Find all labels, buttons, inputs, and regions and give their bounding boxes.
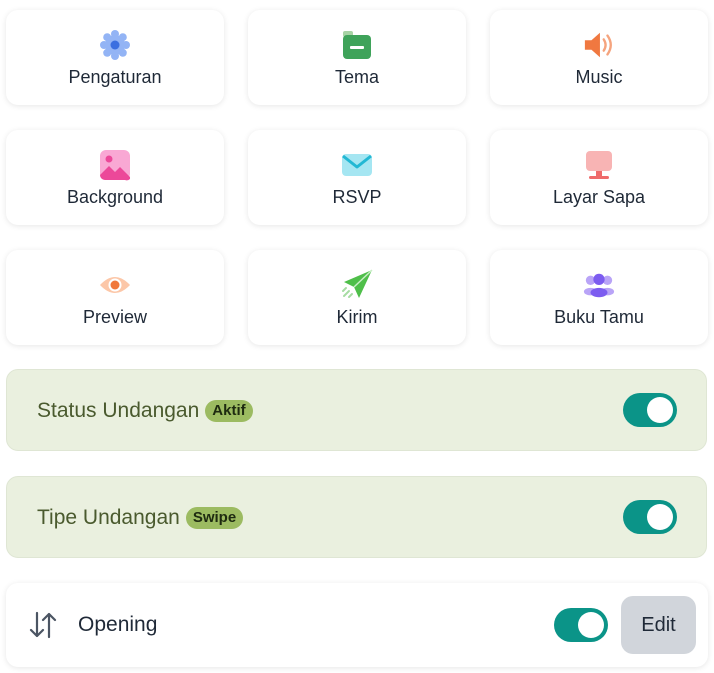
menu-item-label: Tema [334, 67, 379, 87]
tipe-badge: Swipe [185, 507, 244, 529]
status-undangan-label-group: Status Undangan Aktif [37, 370, 253, 452]
speaker-icon [583, 29, 615, 61]
image-icon [99, 149, 131, 181]
folder-icon [341, 29, 373, 61]
menu-item-label: Background [66, 187, 164, 207]
send-icon [341, 269, 373, 301]
opening-label: Opening [78, 613, 158, 636]
menu-item-label: Music [575, 67, 623, 87]
menu-item-label: RSVP [332, 187, 382, 207]
menu-item-music[interactable]: Music [490, 10, 708, 105]
menu-item-tema[interactable]: Tema [248, 10, 466, 105]
menu-item-layar-sapa[interactable]: Layar Sapa [490, 130, 708, 225]
monitor-icon [583, 149, 615, 181]
eye-icon [99, 269, 131, 301]
tipe-undangan-toggle[interactable] [623, 500, 677, 534]
tipe-undangan-row: Tipe Undangan Swipe [6, 476, 707, 558]
sort-arrows-icon [28, 610, 58, 640]
menu-item-label: Layar Sapa [552, 187, 646, 207]
toggle-knob [647, 504, 673, 530]
menu-item-label: Buku Tamu [554, 307, 644, 327]
users-icon [583, 269, 615, 301]
menu-item-rsvp[interactable]: RSVP [248, 130, 466, 225]
status-undangan-row: Status Undangan Aktif [6, 369, 707, 451]
envelope-icon [341, 149, 373, 181]
menu-item-background[interactable]: Background [6, 130, 224, 225]
menu-item-preview[interactable]: Preview [6, 250, 224, 345]
tipe-undangan-label-group: Tipe Undangan Swipe [37, 477, 244, 559]
menu-item-label: Pengaturan [68, 67, 162, 87]
status-badge: Aktif [205, 400, 253, 422]
opening-row: Opening Edit [6, 583, 708, 667]
menu-item-kirim[interactable]: Kirim [248, 250, 466, 345]
toggle-knob [647, 397, 673, 423]
toggle-knob [578, 612, 604, 638]
tipe-undangan-label: Tipe Undangan [37, 506, 180, 529]
menu-item-label: Preview [82, 307, 148, 327]
edit-button[interactable]: Edit [621, 596, 696, 654]
status-undangan-toggle[interactable] [623, 393, 677, 427]
gear-icon [99, 29, 131, 61]
menu-item-buku-tamu[interactable]: Buku Tamu [490, 250, 708, 345]
opening-toggle[interactable] [554, 608, 608, 642]
status-undangan-label: Status Undangan [37, 399, 200, 422]
menu-item-label: Kirim [336, 307, 378, 327]
menu-item-pengaturan[interactable]: Pengaturan [6, 10, 224, 105]
